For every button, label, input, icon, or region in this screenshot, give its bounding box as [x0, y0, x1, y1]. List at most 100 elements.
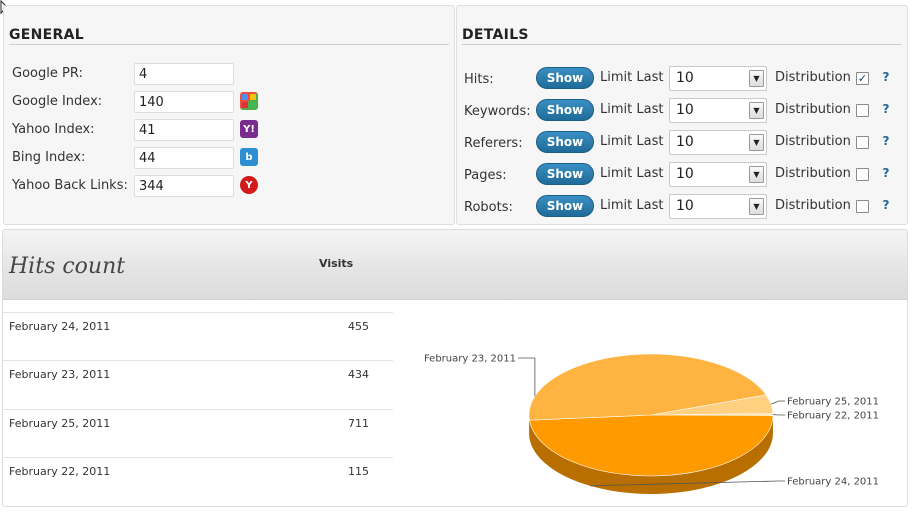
row-date: February 24, 2011	[9, 320, 111, 333]
pages-help-link[interactable]: ?	[879, 166, 893, 180]
details-row-pages: Pages: Show Limit Last 10 ▼ Distribution…	[457, 162, 907, 187]
pages-limit-label: Limit Last	[600, 166, 664, 181]
pie-slice	[528, 353, 767, 421]
referers-help-link[interactable]: ?	[879, 134, 893, 148]
yahoo-index-field[interactable]	[134, 119, 234, 141]
table-row: February 23, 2011 434	[3, 360, 393, 409]
referers-show-button[interactable]: Show	[536, 131, 594, 153]
chevron-down-icon[interactable]: ▼	[749, 198, 764, 215]
keywords-limit-value: 10	[676, 102, 694, 118]
pie-slice-side	[529, 415, 773, 495]
details-row-robots: Robots: Show Limit Last 10 ▼ Distributio…	[457, 194, 907, 219]
label-leader-line	[770, 400, 785, 405]
row-visits: 434	[348, 368, 369, 381]
details-row-keywords: Keywords: Show Limit Last 10 ▼ Distribut…	[457, 98, 907, 123]
yahoo-backlinks-icon[interactable]: Y	[240, 176, 258, 194]
chevron-down-icon[interactable]: ▼	[749, 166, 764, 183]
robots-show-button[interactable]: Show	[536, 195, 594, 217]
keywords-show-button[interactable]: Show	[536, 99, 594, 121]
bing-index-row: Bing Index: b	[12, 147, 452, 169]
google-index-row: Google Index:	[12, 91, 452, 113]
chevron-down-icon[interactable]: ▼	[749, 134, 764, 151]
google-index-field[interactable]	[134, 91, 234, 113]
details-row-referers: Referers: Show Limit Last 10 ▼ Distribut…	[457, 130, 907, 155]
chevron-down-icon[interactable]: ▼	[749, 102, 764, 119]
google-icon[interactable]	[240, 92, 258, 110]
details-panel: DETAILS Hits: Show Limit Last 10 ▼ Distr…	[456, 5, 908, 225]
google-pr-label: Google PR:	[12, 66, 83, 81]
row-date: February 25, 2011	[9, 417, 111, 430]
keywords-limit-label: Limit Last	[600, 102, 664, 117]
hits-distribution-label: Distribution	[775, 70, 851, 85]
general-panel: GENERAL Google PR: Google Index: Yahoo I…	[3, 5, 455, 225]
yahoo-backlinks-field[interactable]	[134, 175, 234, 197]
hits-distribution-checkbox[interactable]: ✓	[856, 72, 869, 85]
referers-limit-label: Limit Last	[600, 134, 664, 149]
pages-limit-select[interactable]: 10 ▼	[669, 162, 767, 187]
referers-distribution-checkbox[interactable]	[856, 136, 869, 149]
hits-title: Hits count	[9, 254, 126, 279]
hits-label: Hits:	[464, 72, 494, 87]
google-index-label: Google Index:	[12, 94, 103, 109]
robots-distribution-label: Distribution	[775, 198, 851, 213]
hits-count-panel: Hits count Visits February 24, 2011 455 …	[2, 229, 908, 507]
pages-limit-value: 10	[676, 166, 694, 182]
pie-slice-label: February 23, 2011	[424, 354, 516, 365]
table-row: February 22, 2011 115	[3, 457, 393, 506]
pages-label: Pages:	[464, 168, 507, 183]
general-title: GENERAL	[9, 27, 449, 45]
hits-limit-select[interactable]: 10 ▼	[669, 66, 767, 91]
hits-help-link[interactable]: ?	[879, 70, 893, 84]
pie-slice-label: February 22, 2011	[787, 411, 879, 422]
pages-show-button[interactable]: Show	[536, 163, 594, 185]
yahoo-backlinks-label: Yahoo Back Links:	[12, 178, 128, 193]
yahoo-index-row: Yahoo Index: Y!	[12, 119, 452, 141]
referers-distribution-label: Distribution	[775, 134, 851, 149]
row-date: February 23, 2011	[9, 368, 111, 381]
keywords-limit-select[interactable]: 10 ▼	[669, 98, 767, 123]
pages-distribution-label: Distribution	[775, 166, 851, 181]
label-leader-line	[518, 357, 536, 397]
pie-slice	[650, 413, 774, 416]
referers-limit-value: 10	[676, 134, 694, 150]
robots-limit-label: Limit Last	[600, 198, 664, 213]
hits-limit-label: Limit Last	[600, 70, 664, 85]
robots-limit-select[interactable]: 10 ▼	[669, 194, 767, 219]
google-pr-field[interactable]	[134, 63, 234, 85]
pie-slice	[650, 394, 774, 416]
table-row: February 24, 2011 455	[3, 312, 393, 361]
google-pr-row: Google PR:	[12, 63, 452, 85]
robots-distribution-checkbox[interactable]	[856, 200, 869, 213]
yahoo-index-label: Yahoo Index:	[12, 122, 95, 137]
hits-header: Hits count Visits	[3, 230, 907, 300]
referers-label: Referers:	[464, 136, 523, 151]
keywords-help-link[interactable]: ?	[879, 102, 893, 116]
yahoo-backlinks-row: Yahoo Back Links: Y	[12, 175, 452, 197]
row-visits: 455	[348, 320, 369, 333]
robots-limit-value: 10	[676, 198, 694, 214]
pages-distribution-checkbox[interactable]	[856, 168, 869, 181]
yahoo-icon[interactable]: Y!	[240, 120, 258, 138]
keywords-distribution-checkbox[interactable]	[856, 104, 869, 117]
chevron-down-icon[interactable]: ▼	[749, 70, 764, 87]
robots-help-link[interactable]: ?	[879, 198, 893, 212]
pie-slice-label: February 24, 2011	[787, 477, 879, 488]
visits-column-header: Visits	[319, 257, 354, 270]
row-date: February 22, 2011	[9, 465, 111, 478]
bing-icon[interactable]: b	[240, 148, 258, 166]
keywords-distribution-label: Distribution	[775, 102, 851, 117]
bing-index-field[interactable]	[134, 147, 234, 169]
label-leader-line	[589, 480, 785, 487]
details-title: DETAILS	[462, 27, 902, 45]
hits-limit-value: 10	[676, 70, 694, 86]
row-visits: 711	[348, 417, 369, 430]
bing-index-label: Bing Index:	[12, 150, 86, 165]
robots-label: Robots:	[464, 200, 513, 215]
referers-limit-select[interactable]: 10 ▼	[669, 130, 767, 155]
keywords-label: Keywords:	[464, 104, 531, 119]
pie-slice-label: February 25, 2011	[787, 397, 879, 408]
pie-slice	[529, 414, 774, 477]
table-row: February 25, 2011 711	[3, 409, 393, 458]
row-visits: 115	[348, 465, 369, 478]
hits-show-button[interactable]: Show	[536, 67, 594, 89]
